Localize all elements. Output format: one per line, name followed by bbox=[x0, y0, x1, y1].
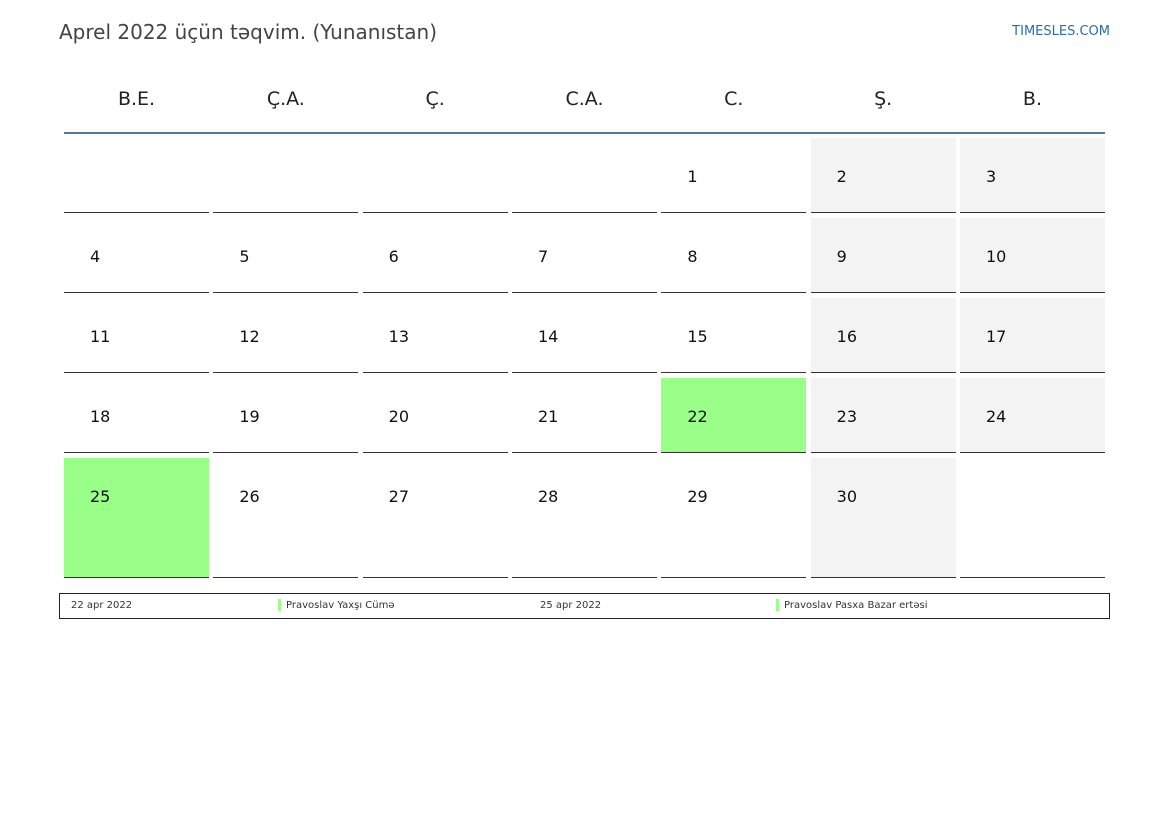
day-cell: 5 bbox=[213, 218, 359, 293]
weekday-header: B.E. Ç.A. Ç. C.A. C. Ş. B. bbox=[64, 70, 1105, 134]
day-cell: 17 bbox=[959, 298, 1105, 373]
weekday-label: Ç. bbox=[425, 88, 445, 110]
weekday-label: C. bbox=[724, 88, 744, 110]
day-number: 7 bbox=[537, 247, 549, 266]
day-number: 1 bbox=[687, 167, 698, 186]
day-cell: 20 bbox=[362, 378, 508, 453]
weekday-label: B.E. bbox=[117, 88, 156, 110]
legend-date: 22 apr 2022 bbox=[71, 600, 133, 611]
day-cell: 9 bbox=[810, 218, 956, 293]
day-number: 17 bbox=[985, 327, 1007, 346]
day-number: 11 bbox=[90, 327, 111, 346]
day-cell bbox=[64, 138, 209, 213]
calendar-grid: 1 2 3 4 5 6 7 8 9 10 11 12 13 14 15 16 1… bbox=[64, 138, 1105, 583]
day-number: 12 bbox=[239, 327, 260, 346]
day-number: 22 bbox=[687, 407, 708, 426]
day-number: 15 bbox=[687, 327, 708, 346]
day-number: 10 bbox=[985, 247, 1007, 266]
calendar-week: 18 19 20 21 22 23 24 bbox=[64, 378, 1105, 453]
day-number: 5 bbox=[239, 247, 250, 266]
calendar-week: 11 12 13 14 15 16 17 bbox=[64, 298, 1105, 373]
day-number: 25 bbox=[90, 487, 111, 506]
legend-holiday-name: Pravoslav Yaxşı Cümə bbox=[286, 600, 395, 611]
holiday-legend: 22 apr 2022 Pravoslav Yaxşı Cümə 25 apr … bbox=[59, 593, 1110, 619]
day-cell: 26 bbox=[213, 458, 359, 578]
brand-link[interactable]: TIMESLES.COM bbox=[1012, 24, 1110, 39]
day-number: 4 bbox=[90, 247, 101, 266]
day-cell: 14 bbox=[511, 298, 657, 373]
day-number: 21 bbox=[537, 407, 559, 426]
day-number: 13 bbox=[388, 327, 410, 346]
weekday-label: Ş. bbox=[874, 88, 893, 110]
day-cell: 23 bbox=[810, 378, 956, 453]
day-number: 27 bbox=[388, 487, 410, 506]
day-number: 23 bbox=[836, 407, 857, 426]
day-number: 24 bbox=[985, 407, 1007, 426]
day-cell: 10 bbox=[959, 218, 1105, 293]
day-number: 20 bbox=[388, 407, 410, 426]
day-cell: 12 bbox=[213, 298, 359, 373]
day-number: 2 bbox=[836, 167, 847, 186]
day-cell: 28 bbox=[511, 458, 657, 578]
day-cell: 29 bbox=[661, 458, 807, 578]
day-number: 16 bbox=[836, 327, 857, 346]
day-number: 30 bbox=[836, 487, 857, 506]
holiday-color-marker bbox=[776, 599, 779, 611]
day-cell bbox=[362, 138, 508, 213]
day-cell bbox=[511, 138, 657, 213]
day-cell: 7 bbox=[511, 218, 657, 293]
calendar-week: 1 2 3 bbox=[64, 138, 1105, 213]
day-cell: 11 bbox=[64, 298, 209, 373]
day-cell: 19 bbox=[213, 378, 359, 453]
day-number: 26 bbox=[239, 487, 260, 506]
day-cell bbox=[959, 458, 1105, 578]
day-number: 9 bbox=[836, 247, 847, 266]
day-number: 6 bbox=[388, 247, 399, 266]
day-number: 8 bbox=[687, 247, 698, 266]
legend-holiday-name: Pravoslav Pasxa Bazar ertəsi bbox=[784, 600, 928, 611]
day-number: 29 bbox=[687, 487, 708, 506]
day-cell bbox=[213, 138, 359, 213]
day-cell: 15 bbox=[661, 298, 807, 373]
weekday-label: Ç.A. bbox=[266, 88, 305, 110]
weekday-label: B. bbox=[1022, 88, 1042, 110]
day-number: 14 bbox=[537, 327, 559, 346]
day-number: 3 bbox=[985, 167, 997, 186]
page-title: Aprel 2022 üçün təqvim. (Yunanıstan) bbox=[59, 20, 438, 44]
legend-date: 25 apr 2022 bbox=[540, 600, 602, 611]
day-cell: 24 bbox=[959, 378, 1105, 453]
day-cell: 27 bbox=[362, 458, 508, 578]
day-number: 19 bbox=[239, 407, 260, 426]
day-cell: 18 bbox=[64, 378, 209, 453]
day-cell: 6 bbox=[362, 218, 508, 293]
weekday-label: C.A. bbox=[565, 88, 604, 110]
calendar-week: 25 26 27 28 29 30 bbox=[64, 458, 1105, 578]
day-cell: 13 bbox=[362, 298, 508, 373]
day-number: 18 bbox=[90, 407, 111, 426]
holiday-day-cell: 25 bbox=[64, 458, 209, 578]
day-cell: 8 bbox=[661, 218, 807, 293]
day-cell: 4 bbox=[64, 218, 209, 293]
day-cell: 30 bbox=[810, 458, 956, 578]
calendar-week: 4 5 6 7 8 9 10 bbox=[64, 218, 1105, 293]
day-cell: 2 bbox=[810, 138, 956, 213]
day-cell: 3 bbox=[959, 138, 1105, 213]
day-number: 28 bbox=[537, 487, 559, 506]
holiday-color-marker bbox=[278, 599, 281, 611]
day-cell: 16 bbox=[810, 298, 956, 373]
day-cell: 1 bbox=[661, 138, 807, 213]
holiday-day-cell: 22 bbox=[661, 378, 807, 453]
day-cell: 21 bbox=[511, 378, 657, 453]
